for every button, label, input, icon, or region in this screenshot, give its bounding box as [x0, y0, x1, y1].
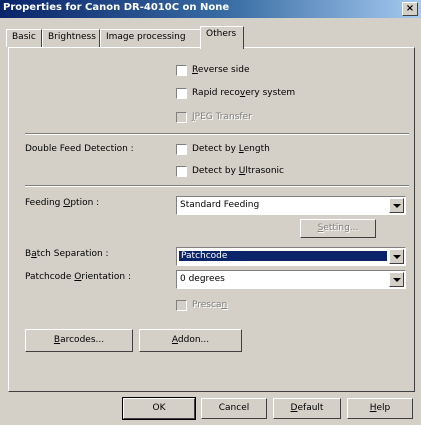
help-button[interactable]: Help	[347, 398, 413, 419]
double-feed-label: Double Feed Detection :	[25, 144, 134, 154]
tab-image-processing[interactable]: Image processing	[100, 29, 202, 47]
prescan-checkbox[interactable]	[176, 300, 187, 311]
window-title: Properties for Canon DR-4010C on None	[3, 2, 230, 13]
reverse-side-label[interactable]: Reverse side	[192, 65, 250, 75]
prescan-label: Prescan	[192, 300, 228, 310]
tab-label: Others	[206, 29, 237, 39]
title-bar: Properties for Canon DR-4010C on None ×	[0, 0, 421, 18]
ok-button[interactable]: OK	[122, 397, 196, 420]
rapid-recovery-checkbox[interactable]	[176, 88, 187, 99]
tab-basic[interactable]: Basic	[6, 29, 42, 47]
jpeg-transfer-label: JPEG Transfer	[192, 112, 252, 122]
chevron-down-icon[interactable]	[389, 249, 404, 264]
addon-button[interactable]: Addon...	[139, 329, 242, 352]
tab-brightness[interactable]: Brightness	[42, 29, 100, 47]
close-button[interactable]: ×	[402, 2, 418, 16]
cancel-button[interactable]: Cancel	[201, 398, 267, 419]
patchcode-orientation-label: Patchcode Orientation :	[25, 272, 132, 282]
close-icon: ×	[405, 3, 415, 14]
separator	[25, 133, 409, 135]
detect-by-ultrasonic-label[interactable]: Detect by Ultrasonic	[192, 166, 284, 176]
default-button[interactable]: Default	[273, 398, 341, 419]
jpeg-transfer-checkbox[interactable]	[176, 112, 187, 123]
batch-separation-select[interactable]: Patchcode	[176, 247, 406, 266]
feeding-option-value: Standard Feeding	[180, 200, 260, 210]
feeding-option-label: Feeding Option :	[25, 198, 100, 208]
rapid-recovery-label[interactable]: Rapid recovery system	[192, 88, 295, 98]
feeding-option-select[interactable]: Standard Feeding	[176, 196, 406, 215]
detect-by-ultrasonic-checkbox[interactable]	[176, 166, 187, 177]
setting-button[interactable]: Setting...	[300, 219, 376, 238]
detect-by-length-checkbox[interactable]	[176, 144, 187, 155]
others-panel: Reverse side Rapid recovery system JPEG …	[8, 47, 415, 392]
batch-separation-label: Batch Separation :	[25, 249, 109, 259]
tab-label: Basic	[12, 32, 36, 42]
tab-others[interactable]: Others	[200, 26, 244, 49]
tab-label: Image processing	[106, 32, 186, 42]
patchcode-orientation-select[interactable]: 0 degrees	[176, 270, 406, 289]
chevron-down-icon[interactable]	[389, 272, 404, 287]
batch-separation-value: Patchcode	[178, 250, 388, 262]
separator	[25, 185, 409, 187]
chevron-down-icon[interactable]	[389, 198, 404, 213]
detect-by-length-label[interactable]: Detect by Length	[192, 144, 270, 154]
barcodes-button[interactable]: Barcodes...	[25, 329, 133, 352]
patchcode-orientation-value: 0 degrees	[180, 274, 225, 284]
tab-label: Brightness	[48, 32, 96, 42]
reverse-side-checkbox[interactable]	[176, 65, 187, 76]
